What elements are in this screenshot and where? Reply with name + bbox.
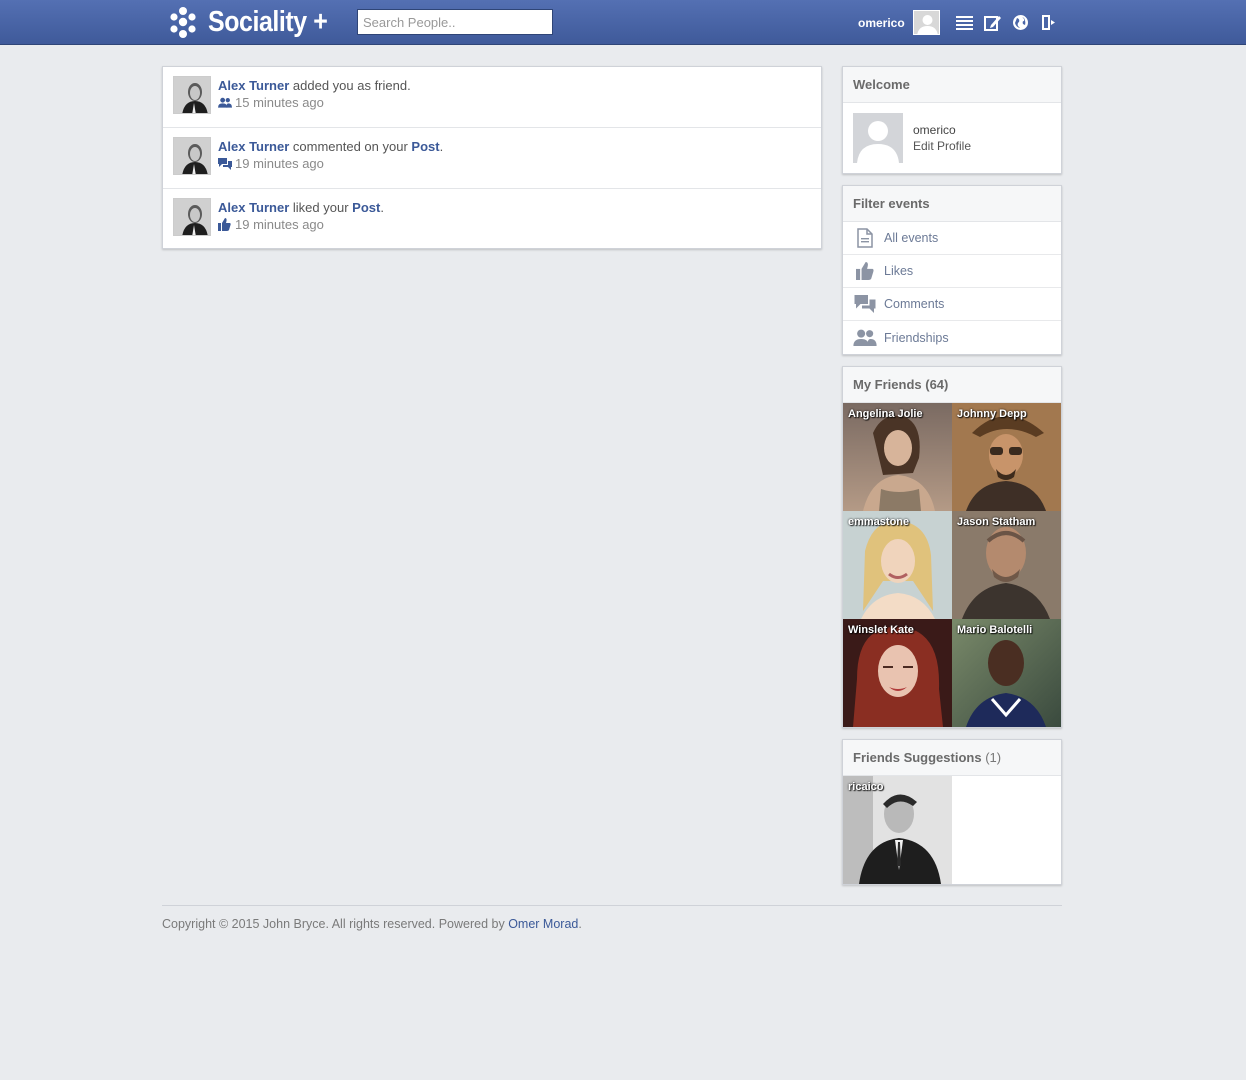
friends-title: My Friends (64) (843, 367, 1061, 403)
filter-label: All events (884, 231, 939, 245)
filter-likes[interactable]: Likes (843, 255, 1061, 288)
suggestions-title: Friends Suggestions (1) (843, 740, 1061, 776)
notification-text: Alex Turner liked your Post. (218, 200, 384, 215)
friends-title-text: My Friends (853, 377, 922, 392)
filter-comments[interactable]: Comments (843, 288, 1061, 321)
copyright-text: Copyright © 2015 John Bryce. All rights … (162, 917, 509, 931)
nav-avatar[interactable] (913, 10, 940, 35)
my-friends-panel: My Friends (64) Angelina Jolie Johnny De… (842, 366, 1062, 728)
user-silhouette-icon (853, 113, 903, 163)
filter-events-panel: Filter events All events Likes Comments … (842, 185, 1062, 355)
like-icon (218, 218, 232, 231)
footer-divider (162, 905, 1062, 906)
notification-item[interactable]: Alex Turner liked your Post. 19 minutes … (163, 189, 821, 250)
notification-item[interactable]: Alex Turner added you as friend. 15 minu… (163, 67, 821, 128)
like-icon (853, 261, 877, 281)
logo[interactable]: Sociality + (166, 4, 347, 40)
friends-icon (218, 97, 232, 109)
filter-label: Friendships (884, 330, 949, 345)
notification-suffix: . (439, 139, 444, 154)
logout-icon[interactable] (1038, 12, 1058, 32)
profile-name: omerico (913, 123, 956, 137)
edit-icon[interactable] (982, 12, 1002, 32)
friends-count: (64) (925, 377, 949, 392)
profile-avatar[interactable] (853, 113, 903, 163)
time-label: 15 minutes ago (235, 95, 324, 110)
user-silhouette-icon (914, 11, 939, 34)
friend-name: Winslet Kate (848, 624, 914, 636)
nav-username[interactable]: omerico (858, 16, 905, 30)
friend-suggestions-panel: Friends Suggestions (1) ricaico (842, 739, 1062, 885)
avatar[interactable] (173, 76, 211, 114)
friend-name: Angelina Jolie (848, 408, 923, 420)
people-logo-icon (170, 7, 196, 38)
friend-tile-emmastone[interactable]: emmastone (843, 511, 952, 619)
notification-suffix: . (380, 200, 384, 215)
friend-name: emmastone (848, 516, 910, 528)
filter-label: Likes (884, 264, 914, 278)
notification-text: Alex Turner commented on your Post. (218, 139, 443, 154)
friend-tile-johnny-depp[interactable]: Johnny Depp (952, 403, 1061, 511)
notification-item[interactable]: Alex Turner commented on your Post. 19 m… (163, 128, 821, 189)
document-icon (853, 228, 877, 248)
friend-name: Mario Balotelli (957, 624, 1033, 636)
notification-text: Alex Turner added you as friend. (218, 78, 411, 93)
actor-link[interactable]: Alex Turner (218, 78, 289, 93)
actor-link[interactable]: Alex Turner (218, 139, 289, 154)
notification-time: 19 minutes ago (218, 217, 324, 232)
notification-time: 19 minutes ago (218, 156, 324, 171)
welcome-title: Welcome (843, 67, 1061, 103)
logo-text: Sociality + (208, 5, 328, 38)
suggestion-name: ricaico (848, 781, 884, 793)
friend-tile-mario-balotelli[interactable]: Mario Balotelli (952, 619, 1061, 727)
filter-label: Comments (884, 297, 945, 311)
actor-link[interactable]: Alex Turner (218, 200, 289, 215)
notification-action: added you as friend. (289, 78, 411, 93)
comments-icon (218, 157, 232, 170)
friend-tile-winslet-kate[interactable]: Winslet Kate (843, 619, 952, 727)
welcome-panel: Welcome omerico Edit Profile (842, 66, 1062, 174)
post-link[interactable]: Post (352, 200, 380, 215)
filter-friendships[interactable]: Friendships (843, 321, 1061, 354)
notification-action: liked your (289, 200, 353, 215)
footer: Copyright © 2015 John Bryce. All rights … (162, 917, 582, 931)
avatar[interactable] (173, 137, 211, 175)
notification-time: 15 minutes ago (218, 95, 324, 110)
globe-icon[interactable] (1010, 12, 1030, 32)
comments-icon (853, 294, 877, 314)
filter-title: Filter events (843, 186, 1061, 222)
friend-tile-angelina-jolie[interactable]: Angelina Jolie (843, 403, 952, 511)
friend-name: Johnny Depp (957, 408, 1027, 420)
friend-tile-jason-statham[interactable]: Jason Statham (952, 511, 1061, 619)
post-link[interactable]: Post (411, 139, 439, 154)
friend-name: Jason Statham (957, 516, 1036, 528)
time-label: 19 minutes ago (235, 217, 324, 232)
suggestion-tile[interactable]: ricaico (843, 776, 952, 884)
friends-icon (853, 328, 877, 348)
notifications-panel: Alex Turner added you as friend. 15 minu… (162, 66, 822, 249)
notification-action: commented on your (289, 139, 412, 154)
suggestions-count: (1) (985, 750, 1002, 765)
author-link[interactable]: Omer Morad (508, 917, 578, 931)
footer-suffix: . (578, 917, 582, 931)
filter-all-events[interactable]: All events (843, 222, 1061, 255)
time-label: 19 minutes ago (235, 156, 324, 171)
edit-profile-link[interactable]: Edit Profile (913, 139, 971, 153)
top-navbar: Sociality + omerico (0, 0, 1246, 45)
search-input[interactable] (357, 9, 553, 35)
suggestions-title-text: Friends Suggestions (853, 750, 982, 765)
menu-list-icon[interactable] (954, 12, 974, 32)
avatar[interactable] (173, 198, 211, 236)
